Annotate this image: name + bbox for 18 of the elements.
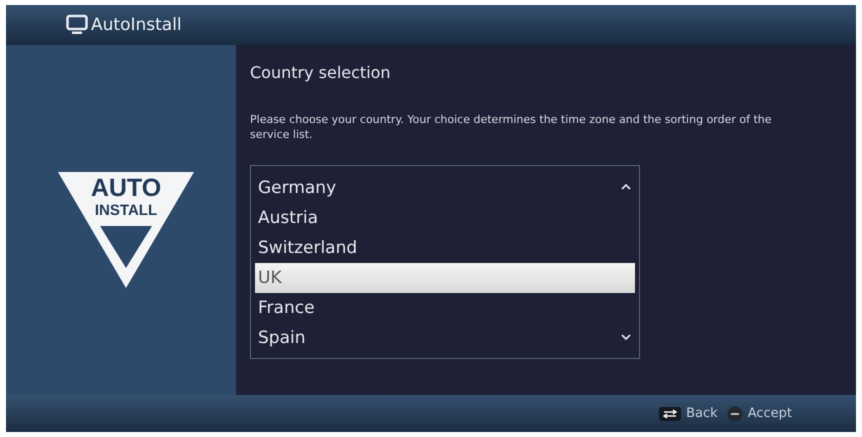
- swap-arrows-icon: [659, 406, 682, 420]
- auto-install-logo: AUTO INSTALL: [56, 170, 196, 290]
- description-text: Please choose your country. Your choice determines the time zone and the sorting order of the service list.: [250, 112, 773, 142]
- window-title: AutoInstall: [91, 15, 182, 35]
- section-heading: Country selection: [250, 63, 392, 82]
- hint-label: Back: [686, 406, 718, 421]
- scroll-up-icon[interactable]: [621, 183, 631, 190]
- scroll-down-icon[interactable]: [621, 334, 631, 341]
- monitor-icon: [66, 14, 88, 36]
- country-item[interactable]: Austria: [255, 203, 635, 233]
- country-item[interactable]: Germany: [255, 173, 635, 203]
- ok-button-icon: [726, 406, 743, 422]
- country-item[interactable]: Switzerland: [255, 233, 635, 263]
- hint-label: Accept: [748, 406, 792, 421]
- country-item[interactable]: France: [255, 293, 635, 323]
- country-item[interactable]: UK: [255, 263, 635, 293]
- country-list[interactable]: Germany Austria Switzerland UK France Spain: [250, 165, 640, 359]
- country-item[interactable]: Spain: [255, 323, 635, 353]
